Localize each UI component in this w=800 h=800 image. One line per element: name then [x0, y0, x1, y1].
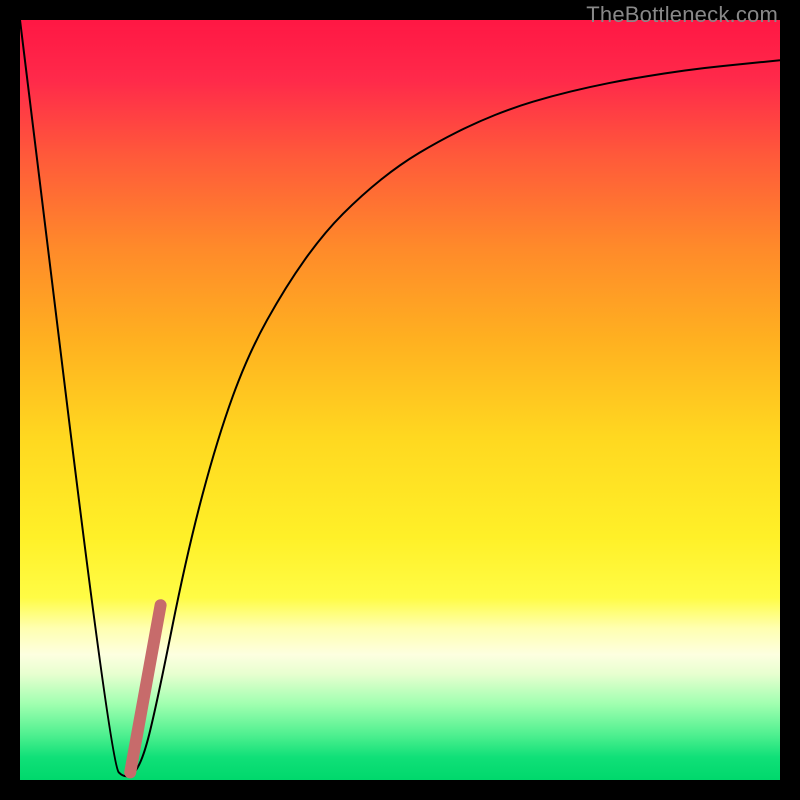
- chart-container: [20, 20, 780, 780]
- watermark-text: TheBottleneck.com: [586, 2, 778, 28]
- bottleneck-chart: [20, 20, 780, 780]
- chart-background: [20, 20, 780, 780]
